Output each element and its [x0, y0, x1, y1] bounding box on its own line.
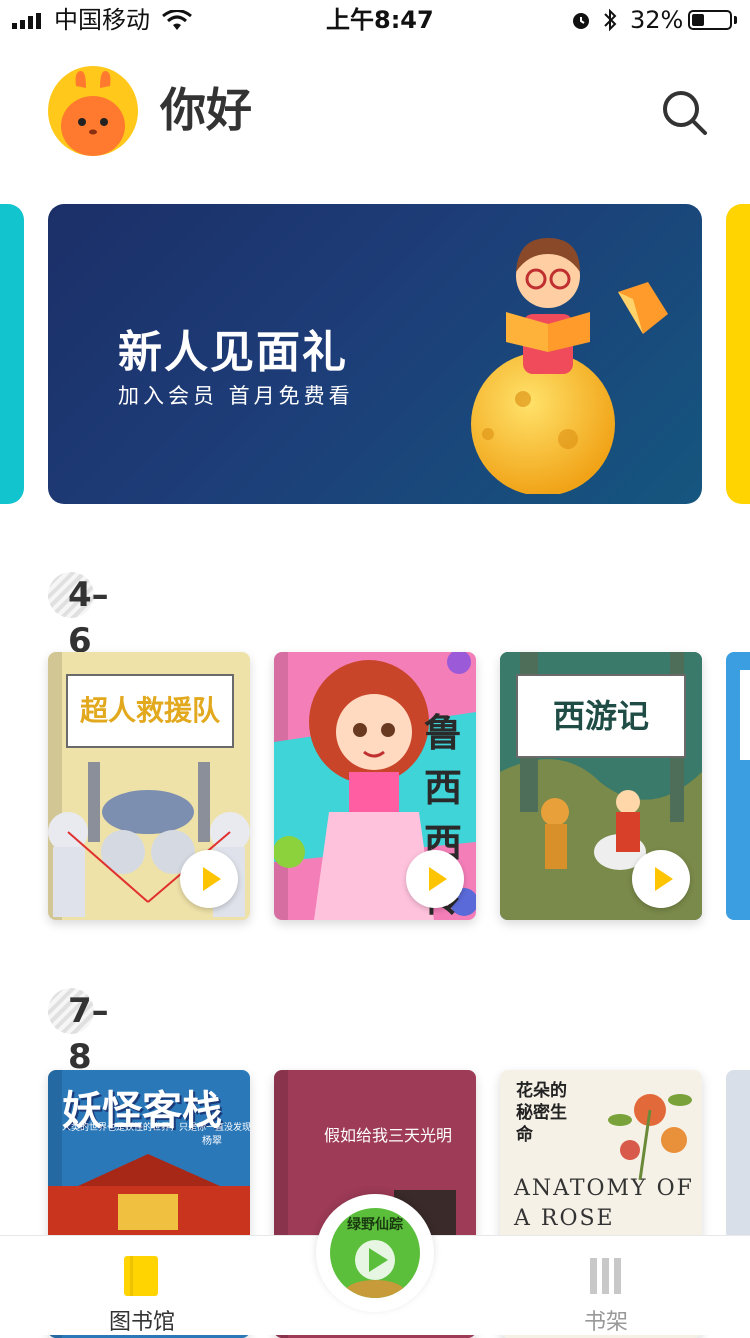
bluetooth-icon [604, 8, 617, 32]
book-title: 西游记 [552, 697, 649, 735]
tab-library[interactable]: 图书馆 [82, 1236, 202, 1335]
tab-library-label: 图书馆 [108, 1310, 175, 1335]
signal-icon [12, 13, 41, 29]
search-icon[interactable] [658, 86, 710, 138]
clock-label: 上午8:47 [326, 6, 434, 34]
book-author: 杨翠 [202, 1136, 222, 1147]
banner-prev-peek[interactable] [0, 204, 24, 504]
book-card-peek[interactable] [726, 1070, 750, 1240]
girl-reading-on-planet-illustration [471, 238, 668, 494]
shelf-icon [590, 1258, 621, 1294]
now-playing-cover: 绿野仙踪 [330, 1208, 420, 1298]
flower-illustration [608, 1094, 692, 1180]
banner-next-peek[interactable] [726, 204, 750, 504]
book-card[interactable]: 鲁西西传 [274, 652, 476, 920]
tab-shelf[interactable]: 书架 [546, 1236, 666, 1335]
inn-illustration [48, 1154, 250, 1246]
book-card[interactable]: 西游记 [500, 652, 702, 920]
play-button[interactable] [406, 850, 464, 908]
tab-shelf-label: 书架 [583, 1310, 628, 1335]
banner-title: 新人见面礼 [118, 327, 348, 378]
book-english-title: ANATOMY OF A ROSE [514, 1176, 694, 1231]
play-button[interactable] [180, 850, 238, 908]
book-title: 花朵的秘密生命 [516, 1081, 567, 1145]
battery-icon [688, 10, 732, 30]
banner-subtitle: 加入会员 首月免费看 [118, 384, 354, 408]
book-title: 超人救援队 [79, 694, 220, 727]
greeting: 你好 [160, 83, 252, 137]
status-bar: 中国移动 上午8:47 32% [0, 0, 750, 40]
battery-percent: 32% [630, 6, 684, 34]
wifi-icon [162, 10, 192, 30]
now-playing-button[interactable]: 绿野仙踪 [316, 1194, 434, 1312]
rabbit-avatar-icon [61, 71, 125, 156]
avatar[interactable] [48, 66, 138, 156]
library-book-icon [124, 1256, 158, 1296]
play-button[interactable] [632, 850, 690, 908]
alarm-icon [573, 13, 589, 29]
book-card[interactable]: 超人救援队 [48, 652, 250, 920]
play-icon [345, 1240, 405, 1298]
book-card-peek[interactable] [726, 652, 750, 920]
book-title: 假如给我三天光明 [324, 1126, 453, 1145]
carrier-label: 中国移动 [54, 6, 150, 34]
promo-banner[interactable]: 新人见面礼 加入会员 首月免费看 [48, 204, 702, 504]
